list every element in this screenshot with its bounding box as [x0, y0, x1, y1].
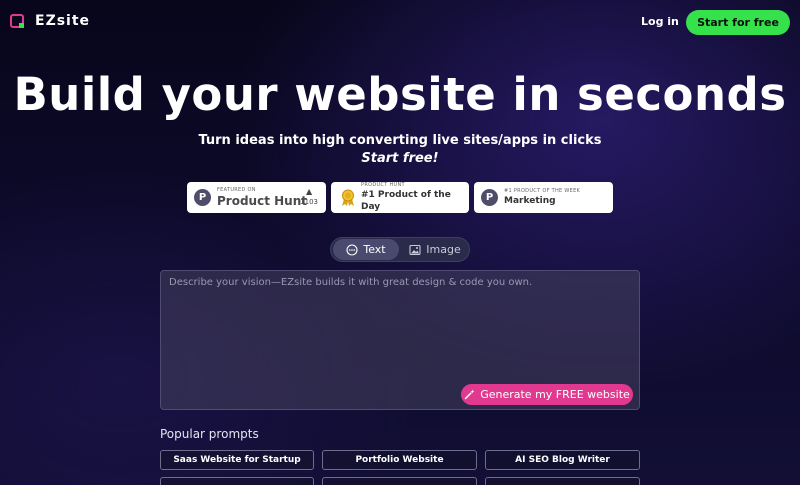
product-hunt-featured-badge[interactable]: P FEATURED ON Product Hunt ▲ 1103	[187, 182, 326, 213]
upvote-count: ▲ 1103	[300, 187, 318, 207]
vote-number: 1103	[300, 198, 318, 206]
badge-title: Product Hunt	[217, 194, 307, 208]
generate-website-button[interactable]: Generate my FREE website	[461, 384, 633, 405]
badge-title: Marketing	[504, 196, 556, 206]
medal-icon	[342, 189, 354, 206]
hero-subtitle: Turn ideas into high converting live sit…	[198, 133, 602, 148]
prompt-chip-partial[interactable]	[322, 477, 477, 485]
generate-label: Generate my FREE website	[480, 388, 630, 401]
login-link[interactable]: Log in	[641, 15, 679, 28]
badge-caption: FEATURED ON	[217, 187, 256, 193]
tab-image-label: Image	[426, 243, 461, 256]
prompt-chip-portfolio[interactable]: Portfolio Website	[322, 450, 477, 470]
product-hunt-icon: P	[194, 189, 211, 206]
hero-title: Build your website in seconds	[13, 68, 787, 121]
badge-caption: #1 PRODUCT OF THE WEEK	[504, 188, 581, 194]
prompt-input[interactable]	[169, 277, 629, 377]
prompt-chip-partial[interactable]	[485, 477, 640, 485]
start-for-free-button[interactable]: Start for free	[686, 10, 790, 35]
magic-wand-icon	[464, 389, 475, 400]
tab-text-label: Text	[363, 243, 386, 256]
tab-image[interactable]: Image	[403, 239, 467, 260]
prompt-chip-seo-blog[interactable]: AI SEO Blog Writer	[485, 450, 640, 470]
product-hunt-icon: P	[481, 189, 498, 206]
top-nav: EZsite Log in Start for free	[0, 0, 800, 45]
brand-name[interactable]: EZsite	[35, 13, 90, 29]
prompt-chip-partial[interactable]	[160, 477, 314, 485]
badge-title: #1 Product of the Day	[361, 190, 451, 212]
prompt-chip-saas[interactable]: Saas Website for Startup	[160, 450, 314, 470]
badge-caption: PRODUCT HUNT	[361, 182, 405, 188]
mode-toggle: Text Image	[330, 237, 470, 262]
chat-icon	[346, 243, 358, 256]
upvote-arrow-icon: ▲	[306, 187, 313, 196]
product-of-the-day-badge[interactable]: PRODUCT HUNT #1 Product of the Day	[331, 182, 469, 213]
product-of-the-week-badge[interactable]: P #1 PRODUCT OF THE WEEK Marketing	[474, 182, 613, 213]
hero-tagline: Start free!	[361, 151, 439, 166]
image-icon	[409, 244, 421, 255]
prompt-box: Generate my FREE website	[160, 270, 640, 410]
popular-prompts-heading: Popular prompts	[160, 427, 259, 441]
tab-text[interactable]: Text	[333, 239, 399, 260]
ezsite-logo-icon[interactable]	[10, 14, 25, 29]
